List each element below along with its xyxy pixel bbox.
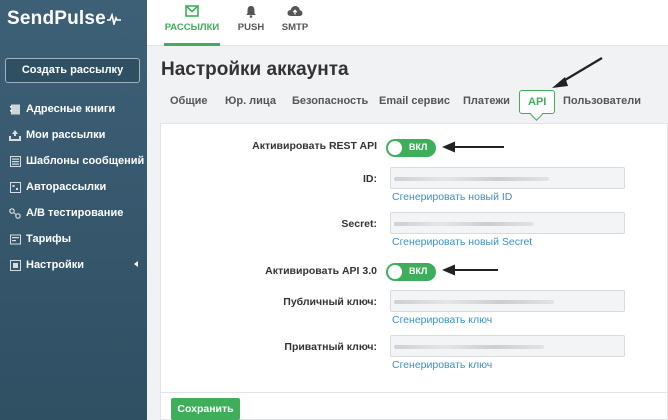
secret-label: Secret:	[341, 218, 377, 230]
tab-label: РАССЫЛКИ	[164, 22, 220, 33]
secret-field[interactable]	[390, 212, 625, 234]
autoresponder-icon	[9, 181, 21, 193]
tab-api[interactable]: API	[519, 90, 556, 114]
tab-payments[interactable]: Платежи	[463, 90, 510, 114]
sidebar-item-tariffs[interactable]: Тарифы	[0, 226, 147, 252]
ab-test-icon	[9, 207, 21, 219]
envelope-icon	[164, 5, 220, 18]
api3-label: Активировать API 3.0	[265, 265, 377, 277]
annotation-arrow-icon	[442, 264, 498, 276]
tab-label: SMTP	[281, 22, 309, 33]
sidebar-item-label: Шаблоны сообщений	[26, 155, 145, 167]
sidebar-item-autoresponders[interactable]: Авторассылки	[0, 174, 147, 200]
sidebar-item-ab-testing[interactable]: А/В тестирование	[0, 200, 147, 226]
generate-public-key-link[interactable]: Сгенерировать ключ	[392, 314, 492, 326]
redacted-value	[394, 300, 554, 304]
public-key-field[interactable]	[390, 290, 625, 312]
logo-text: SendPulse	[7, 8, 106, 29]
save-button[interactable]: Сохранить	[171, 398, 240, 420]
create-mailing-button[interactable]: Создать рассылку	[5, 58, 140, 83]
tab-security[interactable]: Безопасность	[292, 90, 368, 114]
id-field[interactable]	[390, 167, 625, 189]
logo[interactable]: SendPulse	[7, 8, 121, 30]
address-book-icon	[9, 103, 21, 115]
toggle-knob	[388, 265, 402, 279]
sidebar-item-label: Тарифы	[26, 233, 72, 245]
private-key-label: Приватный ключ:	[284, 341, 377, 353]
generate-id-link[interactable]: Сгенерировать новый ID	[392, 191, 512, 203]
annotation-arrow-icon	[552, 57, 603, 88]
sidebar-item-templates[interactable]: Шаблоны сообщений	[0, 148, 147, 174]
sidebar-item-label: А/В тестирование	[26, 207, 124, 219]
page-title: Настройки аккаунта	[161, 59, 349, 80]
sidebar-item-label: Настройки	[26, 259, 85, 271]
tab-general[interactable]: Общие	[170, 90, 208, 114]
sidebar-item-label: Мои рассылки	[26, 129, 106, 141]
rest-api-label: Активировать REST API	[252, 140, 377, 152]
cloud-icon	[279, 5, 311, 18]
redacted-value	[394, 222, 534, 226]
top-nav: РАССЫЛКИ PUSH SMTP	[147, 0, 668, 46]
settings-icon	[9, 259, 21, 271]
tab-email-service[interactable]: Email сервис	[379, 90, 450, 114]
redacted-value	[394, 345, 544, 349]
rest-api-toggle[interactable]: ВКЛ	[386, 139, 436, 157]
generate-private-key-link[interactable]: Сгенерировать ключ	[392, 359, 492, 371]
redacted-value	[394, 177, 549, 181]
bell-icon	[235, 5, 267, 18]
tab-smtp[interactable]: SMTP	[279, 0, 311, 46]
toggle-knob	[388, 141, 402, 155]
sidebar-item-my-mailings[interactable]: Мои рассылки	[0, 122, 147, 148]
public-key-label: Публичный ключ:	[283, 296, 377, 308]
sidebar: SendPulse Создать рассылку Адресные книг…	[0, 0, 147, 420]
tab-label: PUSH	[237, 22, 265, 33]
mailings-icon	[9, 129, 21, 141]
sidebar-item-label: Авторассылки	[26, 181, 107, 193]
pulse-icon	[106, 12, 121, 27]
caret-left-icon	[134, 261, 138, 267]
sidebar-item-settings[interactable]: Настройки	[0, 252, 147, 278]
private-key-field[interactable]	[390, 335, 625, 357]
toggle-text: ВКЛ	[409, 142, 428, 152]
toggle-text: ВКЛ	[409, 266, 428, 276]
tab-mailings[interactable]: РАССЫЛКИ	[164, 0, 220, 46]
annotation-arrow-icon	[442, 141, 504, 153]
api3-toggle[interactable]: ВКЛ	[386, 263, 436, 281]
tab-legal-entities[interactable]: Юр. лица	[225, 90, 276, 114]
generate-secret-link[interactable]: Сгенерировать новый Secret	[392, 236, 532, 248]
tab-push[interactable]: PUSH	[235, 0, 267, 46]
sidebar-item-address-books[interactable]: Адресные книги	[0, 96, 147, 122]
sidebar-nav: Адресные книги Мои рассылки Шаблоны сооб…	[0, 96, 147, 278]
templates-icon	[9, 155, 21, 167]
sidebar-item-label: Адресные книги	[26, 103, 116, 115]
tab-users[interactable]: Пользователи	[563, 90, 641, 114]
id-label: ID:	[363, 173, 377, 185]
tariffs-icon	[9, 233, 21, 245]
